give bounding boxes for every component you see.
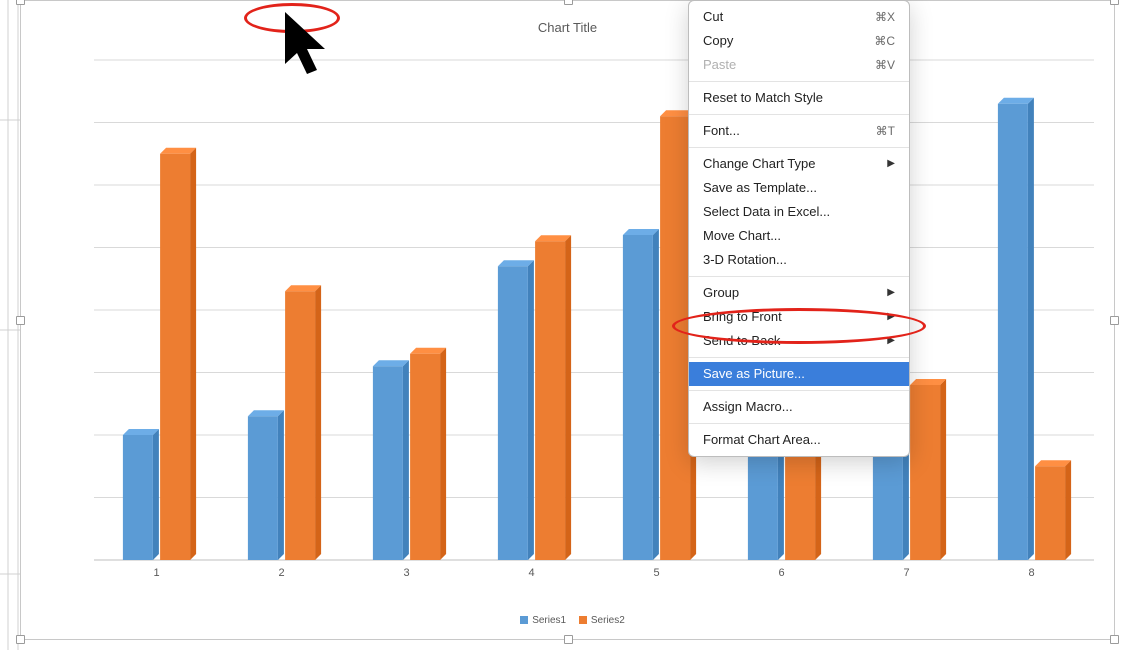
- context-menu-separator: [689, 276, 909, 277]
- menu-item-label: Paste: [703, 56, 736, 74]
- menu-item-shortcut: ⌘X: [875, 8, 895, 26]
- svg-text:7: 7: [903, 567, 909, 579]
- bar-Series1-1[interactable]: [123, 435, 153, 560]
- resize-handle-ne[interactable]: [1110, 0, 1119, 5]
- menu-item-label: Font...: [703, 122, 740, 140]
- context-menu-separator: [689, 147, 909, 148]
- menu-item-move-chart[interactable]: Move Chart...: [689, 224, 909, 248]
- svg-text:8: 8: [1028, 567, 1034, 579]
- legend-label-series1: Series1: [532, 615, 566, 626]
- bar-Series2-3[interactable]: [410, 354, 440, 560]
- resize-handle-e[interactable]: [1110, 316, 1119, 325]
- chart-object[interactable]: Chart Title 0102030405060708012345678 Se…: [20, 0, 1115, 640]
- bar-Series2-8[interactable]: [1035, 466, 1065, 560]
- submenu-arrow-icon: ▶: [887, 284, 895, 302]
- menu-item-rotation-3d[interactable]: 3-D Rotation...: [689, 248, 909, 272]
- legend-label-series2: Series2: [591, 615, 625, 626]
- submenu-arrow-icon: ▶: [887, 155, 895, 173]
- svg-text:2: 2: [278, 567, 284, 579]
- menu-item-shortcut: ⌘V: [875, 56, 895, 74]
- context-menu-separator: [689, 81, 909, 82]
- bar-Series2-4[interactable]: [535, 241, 565, 560]
- menu-item-save-picture[interactable]: Save as Picture...: [689, 362, 909, 386]
- menu-item-label: Change Chart Type: [703, 155, 816, 173]
- menu-item-label: Format Chart Area...: [703, 431, 821, 449]
- context-menu-separator: [689, 357, 909, 358]
- menu-item-label: Send to Back: [703, 332, 780, 350]
- menu-item-group[interactable]: Group ▶: [689, 281, 909, 305]
- menu-item-change-type[interactable]: Change Chart Type ▶: [689, 152, 909, 176]
- bar-Series1-4[interactable]: [498, 266, 528, 560]
- resize-handle-w[interactable]: [16, 316, 25, 325]
- svg-text:1: 1: [153, 567, 159, 579]
- legend-swatch-series1: [520, 616, 528, 624]
- plot-area[interactable]: 0102030405060708012345678: [84, 50, 1104, 580]
- menu-item-select-data[interactable]: Select Data in Excel...: [689, 200, 909, 224]
- bar-Series2-5[interactable]: [660, 116, 690, 560]
- resize-handle-se[interactable]: [1110, 635, 1119, 644]
- bar-Series1-5[interactable]: [623, 235, 653, 560]
- resize-handle-nw[interactable]: [16, 0, 25, 5]
- bar-Series2-1[interactable]: [160, 154, 190, 560]
- menu-item-label: Select Data in Excel...: [703, 203, 830, 221]
- svg-text:4: 4: [528, 567, 534, 579]
- menu-item-label: Assign Macro...: [703, 398, 793, 416]
- menu-item-cut[interactable]: Cut ⌘X: [689, 5, 909, 29]
- menu-item-label: Bring to Front: [703, 308, 782, 326]
- bar-Series2-2[interactable]: [285, 291, 315, 560]
- chart-legend[interactable]: Series1 Series2: [20, 615, 1115, 626]
- menu-item-shortcut: ⌘C: [874, 32, 895, 50]
- submenu-arrow-icon: ▶: [887, 332, 895, 350]
- menu-item-copy[interactable]: Copy ⌘C: [689, 29, 909, 53]
- bar-Series1-2[interactable]: [248, 416, 278, 560]
- menu-item-label: Move Chart...: [703, 227, 781, 245]
- menu-item-label: Save as Template...: [703, 179, 817, 197]
- menu-item-reset-style[interactable]: Reset to Match Style: [689, 86, 909, 110]
- menu-item-label: 3-D Rotation...: [703, 251, 787, 269]
- svg-text:3: 3: [403, 567, 409, 579]
- context-menu-separator: [689, 114, 909, 115]
- chart-title[interactable]: Chart Title: [20, 20, 1115, 35]
- menu-item-shortcut: ⌘T: [876, 122, 895, 140]
- resize-handle-s[interactable]: [564, 635, 573, 644]
- bar-Series2-7[interactable]: [910, 385, 940, 560]
- menu-item-label: Reset to Match Style: [703, 89, 823, 107]
- menu-item-label: Save as Picture...: [703, 365, 805, 383]
- svg-text:5: 5: [653, 567, 659, 579]
- legend-swatch-series2: [579, 616, 587, 624]
- context-menu-separator: [689, 390, 909, 391]
- menu-item-label: Group: [703, 284, 739, 302]
- context-menu-separator: [689, 423, 909, 424]
- menu-item-send-back[interactable]: Send to Back ▶: [689, 329, 909, 353]
- svg-text:6: 6: [778, 567, 784, 579]
- menu-item-paste: Paste ⌘V: [689, 53, 909, 77]
- bar-Series1-8[interactable]: [998, 104, 1028, 560]
- menu-item-label: Copy: [703, 32, 733, 50]
- resize-handle-sw[interactable]: [16, 635, 25, 644]
- menu-item-font[interactable]: Font... ⌘T: [689, 119, 909, 143]
- menu-item-assign-macro[interactable]: Assign Macro...: [689, 395, 909, 419]
- menu-item-save-template[interactable]: Save as Template...: [689, 176, 909, 200]
- submenu-arrow-icon: ▶: [887, 308, 895, 326]
- menu-item-format-area[interactable]: Format Chart Area...: [689, 428, 909, 452]
- bar-Series1-3[interactable]: [373, 366, 403, 560]
- menu-item-bring-front[interactable]: Bring to Front ▶: [689, 305, 909, 329]
- resize-handle-n[interactable]: [564, 0, 573, 5]
- context-menu[interactable]: Cut ⌘X Copy ⌘C Paste ⌘V Reset to Match Style Fo…: [688, 0, 910, 457]
- menu-item-label: Cut: [703, 8, 723, 26]
